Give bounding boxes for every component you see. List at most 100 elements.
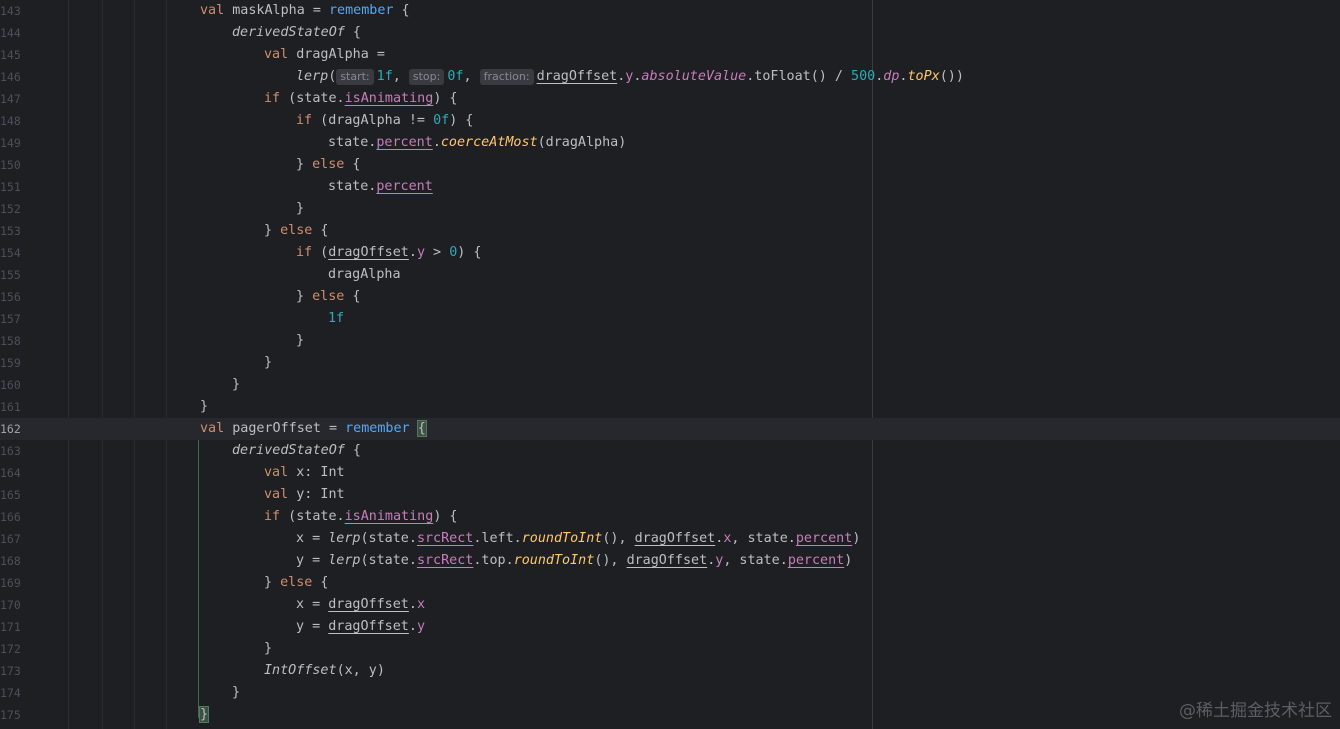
line-number: 143 <box>0 4 21 18</box>
code-text: } else { <box>296 289 361 304</box>
code-text: lerp(start: 1f, stop: 0f, fraction: dragOff… <box>296 69 964 85</box>
code-text: val pagerOffset = remember { <box>200 420 427 437</box>
line-number: 153 <box>0 224 21 238</box>
code-line[interactable]: 155 dragAlpha <box>0 264 1340 286</box>
code-text: if (dragAlpha != 0f) { <box>296 113 474 128</box>
code-text: } <box>198 704 210 726</box>
line-number: 173 <box>0 664 21 678</box>
code-text: if (dragOffset.y > 0) { <box>296 245 482 260</box>
line-number: 152 <box>0 202 21 216</box>
code-line[interactable]: 150 } else { <box>0 154 1340 176</box>
code-line[interactable]: 147 if (state.isAnimating) { <box>0 88 1340 110</box>
code-text: if (state.isAnimating) { <box>264 509 458 524</box>
line-number: 148 <box>0 114 21 128</box>
code-text: } <box>296 333 305 348</box>
code-line[interactable]: 174} <box>0 682 1340 704</box>
code-line[interactable]: 163 derivedStateOf { <box>0 440 1340 462</box>
line-number: 147 <box>0 92 21 106</box>
code-text: 1f <box>328 311 345 326</box>
code-line[interactable]: 170 x = dragOffset.x <box>0 594 1340 616</box>
code-line[interactable]: 164 val x: Int <box>0 462 1340 484</box>
code-text: } <box>200 399 209 414</box>
line-number: 165 <box>0 488 21 502</box>
line-number: 150 <box>0 158 21 172</box>
line-number: 146 <box>0 70 21 84</box>
code-text: val x: Int <box>264 465 345 480</box>
code-line[interactable]: 173 IntOffset(x, y) <box>0 660 1340 682</box>
line-number: 158 <box>0 334 21 348</box>
line-number: 145 <box>0 48 21 62</box>
matched-brace: } <box>198 706 210 723</box>
code-text: } <box>232 377 241 392</box>
code-line[interactable]: 145 val dragAlpha = <box>0 44 1340 66</box>
line-number: 159 <box>0 356 21 370</box>
code-text: x = dragOffset.x <box>296 597 425 612</box>
code-text: val y: Int <box>264 487 345 502</box>
code-line[interactable]: 149 state.percent.coerceAtMost(dragAlpha) <box>0 132 1340 154</box>
line-number: 174 <box>0 686 21 700</box>
line-number: 170 <box>0 598 21 612</box>
watermark: @稀土掘金技术社区 <box>1179 701 1332 721</box>
code-line[interactable]: 172} <box>0 638 1340 660</box>
code-text: } <box>296 201 305 216</box>
code-line[interactable]: 151 state.percent <box>0 176 1340 198</box>
matched-brace: { <box>416 420 427 437</box>
line-number: 151 <box>0 180 21 194</box>
line-number: 171 <box>0 620 21 634</box>
line-number: 166 <box>0 510 21 524</box>
line-number: 162 <box>0 422 21 436</box>
code-line[interactable]: 167 x = lerp(state.srcRect.left.roundToIn… <box>0 528 1340 550</box>
line-number: 149 <box>0 136 21 150</box>
line-number: 163 <box>0 444 21 458</box>
code-line[interactable]: 169} else { <box>0 572 1340 594</box>
code-text: val maskAlpha = remember { <box>200 3 410 18</box>
code-line[interactable]: 157 1f <box>0 308 1340 330</box>
code-line[interactable]: 168 y = lerp(state.srcRect.top.roundToInt… <box>0 550 1340 572</box>
code-line[interactable]: 175} <box>0 704 1340 726</box>
code-line[interactable]: 152} <box>0 198 1340 220</box>
inlay-hint: stop: <box>408 69 445 85</box>
code-line[interactable]: 146 lerp(start: 1f, stop: 0f, fraction: drag… <box>0 66 1340 88</box>
code-text: if (state.isAnimating) { <box>264 91 458 106</box>
line-number: 160 <box>0 378 21 392</box>
code-text: state.percent.coerceAtMost(dragAlpha) <box>328 135 627 150</box>
code-text: dragAlpha <box>328 267 401 282</box>
code-text: IntOffset(x, y) <box>264 663 385 678</box>
code-line[interactable]: 148 if (dragAlpha != 0f) { <box>0 110 1340 132</box>
code-text: y = dragOffset.y <box>296 619 425 634</box>
code-text: } else { <box>296 157 361 172</box>
code-line[interactable]: 165 val y: Int <box>0 484 1340 506</box>
code-text: y = lerp(state.srcRect.top.roundToInt(),… <box>296 553 853 568</box>
line-number: 157 <box>0 312 21 326</box>
line-number: 172 <box>0 642 21 656</box>
code-line[interactable]: 156 } else { <box>0 286 1340 308</box>
inlay-hint: fraction: <box>479 69 534 85</box>
inlay-hint: start: <box>336 69 374 85</box>
code-line[interactable]: 166 if (state.isAnimating) { <box>0 506 1340 528</box>
code-line[interactable]: 153 } else { <box>0 220 1340 242</box>
code-text: val dragAlpha = <box>264 47 385 62</box>
line-number: 161 <box>0 400 21 414</box>
code-text: } <box>264 641 273 656</box>
code-text: } <box>264 355 273 370</box>
line-number: 156 <box>0 290 21 304</box>
code-line[interactable]: 162 val pagerOffset = remember { <box>0 418 1340 440</box>
line-number: 167 <box>0 532 21 546</box>
code-line[interactable]: 143 val maskAlpha = remember { <box>0 0 1340 22</box>
code-editor[interactable]: 143 val maskAlpha = remember {144 derivedS… <box>0 0 1340 729</box>
code-text: x = lerp(state.srcRect.left.roundToInt()… <box>296 531 861 546</box>
code-text: } else { <box>264 223 329 238</box>
code-line[interactable]: 154 if (dragOffset.y > 0) { <box>0 242 1340 264</box>
code-line[interactable]: 171 y = dragOffset.y <box>0 616 1340 638</box>
code-line[interactable]: 159} <box>0 352 1340 374</box>
line-number: 168 <box>0 554 21 568</box>
code-text: derivedStateOf { <box>232 443 361 458</box>
line-number: 175 <box>0 708 21 722</box>
line-number: 164 <box>0 466 21 480</box>
line-number: 169 <box>0 576 21 590</box>
code-line[interactable]: 144 derivedStateOf { <box>0 22 1340 44</box>
code-line[interactable]: 160} <box>0 374 1340 396</box>
code-line[interactable]: 158} <box>0 330 1340 352</box>
line-number: 144 <box>0 26 21 40</box>
code-line[interactable]: 161} <box>0 396 1340 418</box>
